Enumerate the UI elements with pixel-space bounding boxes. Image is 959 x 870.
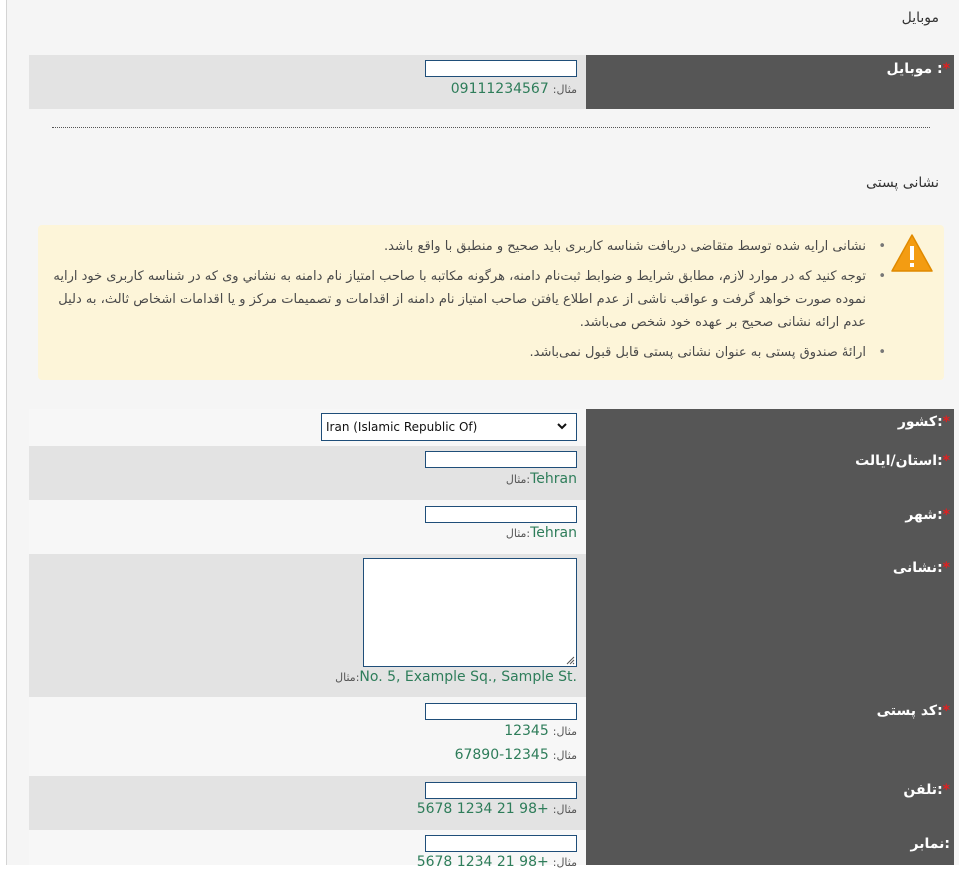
section-divider xyxy=(52,127,930,128)
registration-form-page: موبایل مثال:09111234567 موبایل :* نشانی … xyxy=(6,0,959,870)
example-label: مثال: xyxy=(505,473,531,486)
address-textarea[interactable] xyxy=(363,558,577,667)
required-marker: * xyxy=(942,782,950,798)
country-label: کشور:* xyxy=(898,414,950,430)
postal-code-example-2: 12345-67890 xyxy=(454,747,549,763)
city-hint: مثال:Tehran xyxy=(502,525,577,541)
required-marker: * xyxy=(942,61,950,77)
mobile-label-text: موبایل : xyxy=(886,61,943,77)
example-label: مثال: xyxy=(552,725,577,738)
fax-label: نمابر: xyxy=(910,836,950,852)
phone-label-text: تلفن: xyxy=(903,782,943,798)
required-marker: * xyxy=(942,560,950,576)
mobile-example: 09111234567 xyxy=(450,81,549,97)
notice-item: ارائۀ صندوق پستی به عنوان نشانی پستی قاب… xyxy=(44,341,886,364)
mobile-hint: مثال:09111234567 xyxy=(451,81,577,97)
mobile-input[interactable] xyxy=(425,60,577,77)
phone-label-cell: تلفن:* xyxy=(586,776,954,830)
country-label-text: کشور: xyxy=(897,414,943,430)
fax-value-cell: مثال:+98 21 1234 5678 xyxy=(29,830,586,870)
warning-icon xyxy=(891,234,933,272)
address-hint: مثال:No. 5, Example Sq., Sample St. xyxy=(331,669,577,685)
notice-list: نشانی ارایه شده توسط متقاضی دریافت شناسه… xyxy=(44,235,886,371)
address-notice-box: نشانی ارایه شده توسط متقاضی دریافت شناسه… xyxy=(38,225,944,380)
phone-row: مثال:+98 21 1234 5678 تلفن:* xyxy=(29,776,954,830)
country-label-cell: کشور:* xyxy=(586,409,954,446)
city-value-cell: مثال:Tehran xyxy=(29,500,586,554)
postal-code-input[interactable] xyxy=(425,703,577,720)
province-value-cell: مثال:Tehran xyxy=(29,446,586,500)
postal-code-label-text: کد پستی: xyxy=(876,703,943,719)
required-marker: * xyxy=(942,703,950,719)
postal-code-hint-1: مثال:12345 xyxy=(504,723,577,739)
required-marker: * xyxy=(942,414,950,430)
postal-code-value-cell: مثال:12345 مثال:12345-67890 xyxy=(29,697,586,776)
country-row: Iran (Islamic Republic Of) کشور:* xyxy=(29,409,954,446)
resize-grip-icon[interactable] xyxy=(565,655,575,665)
province-input[interactable] xyxy=(425,451,577,468)
phone-input[interactable] xyxy=(425,782,577,799)
example-label: مثال: xyxy=(505,527,531,540)
postal-code-label-cell: کد پستی:* xyxy=(586,697,954,776)
chevron-down-icon xyxy=(556,418,568,437)
address-label-text: نشانی: xyxy=(892,560,943,576)
example-label: مثال: xyxy=(552,749,577,762)
phone-value-cell: مثال:+98 21 1234 5678 xyxy=(29,776,586,830)
address-label: نشانی:* xyxy=(893,560,950,576)
address-example: No. 5, Example Sq., Sample St. xyxy=(359,669,577,685)
fax-example: +98 21 1234 5678 xyxy=(416,854,549,870)
address-label-cell: نشانی:* xyxy=(586,554,954,697)
fax-hint: مثال:+98 21 1234 5678 xyxy=(417,854,577,870)
example-label: مثال: xyxy=(335,671,360,684)
notice-item: توجه کنید که در موارد لازم، مطابق شرایط … xyxy=(44,265,886,334)
mobile-value-cell: مثال:09111234567 xyxy=(29,55,586,109)
required-marker: * xyxy=(942,507,950,523)
required-marker: * xyxy=(942,453,950,469)
country-value-cell: Iran (Islamic Republic Of) xyxy=(29,409,586,446)
city-row: مثال:Tehran شهر:* xyxy=(29,500,954,554)
city-example: Tehran xyxy=(530,525,577,541)
province-example: Tehran xyxy=(530,471,577,487)
phone-hint: مثال:+98 21 1234 5678 xyxy=(417,801,577,817)
city-label-cell: شهر:* xyxy=(586,500,954,554)
postal-code-hint-2: مثال:12345-67890 xyxy=(455,747,577,763)
postal-code-label: کد پستی:* xyxy=(877,703,950,719)
example-label: مثال: xyxy=(552,856,577,869)
city-label-text: شهر: xyxy=(905,507,943,523)
province-hint: مثال:Tehran xyxy=(502,471,577,487)
province-label-text: استان/ایالت: xyxy=(855,453,943,469)
mobile-row: مثال:09111234567 موبایل :* xyxy=(29,55,954,109)
province-label-cell: استان/ایالت:* xyxy=(586,446,954,500)
postal-section-title: نشانی پستی xyxy=(866,175,939,191)
mobile-label-cell: موبایل :* xyxy=(586,55,954,109)
fax-row: مثال:+98 21 1234 5678 نمابر: xyxy=(29,830,954,870)
city-label: شهر:* xyxy=(905,507,950,523)
province-label: استان/ایالت:* xyxy=(855,453,950,469)
fax-input[interactable] xyxy=(425,835,577,852)
country-selected: Iran (Islamic Republic Of) xyxy=(326,420,478,434)
example-label: مثال: xyxy=(552,83,577,96)
address-row: مثال:No. 5, Example Sq., Sample St. نشان… xyxy=(29,554,954,697)
notice-item: نشانی ارایه شده توسط متقاضی دریافت شناسه… xyxy=(44,235,886,258)
province-row: مثال:Tehran استان/ایالت:* xyxy=(29,446,954,500)
postal-code-example-1: 12345 xyxy=(504,723,549,739)
phone-example: +98 21 1234 5678 xyxy=(416,801,549,817)
phone-label: تلفن:* xyxy=(903,782,950,798)
example-label: مثال: xyxy=(552,803,577,816)
city-input[interactable] xyxy=(425,506,577,523)
postal-code-row: مثال:12345 مثال:12345-67890 کد پستی:* xyxy=(29,697,954,776)
address-value-cell: مثال:No. 5, Example Sq., Sample St. xyxy=(29,554,586,697)
fax-label-cell: نمابر: xyxy=(586,830,954,865)
mobile-label: موبایل :* xyxy=(886,61,950,77)
country-select[interactable]: Iran (Islamic Republic Of) xyxy=(321,413,577,441)
mobile-section-title: موبایل xyxy=(901,10,939,26)
